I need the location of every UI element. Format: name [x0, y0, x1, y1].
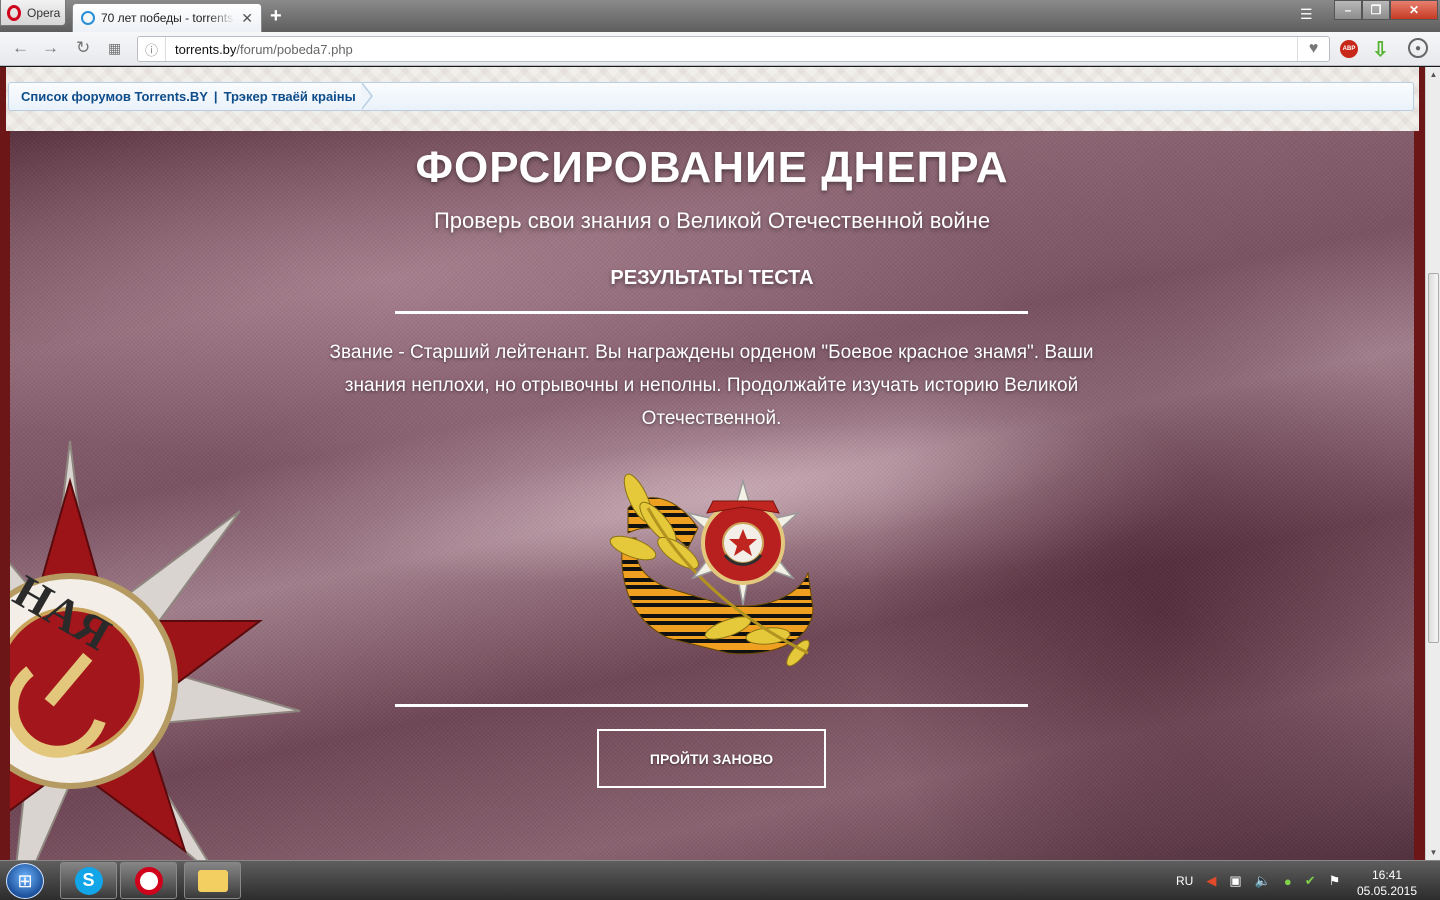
- url-domain: torrents.by: [175, 41, 237, 57]
- browser-toolbar: ← → ↻ ▦ ⓘ torrents.by/forum/pobeda7.php …: [0, 32, 1440, 66]
- download-extension-icon[interactable]: ⇩: [1372, 37, 1389, 62]
- explorer-folder-icon: [197, 869, 228, 892]
- taskbar-clock[interactable]: 16:41 05.05.2015: [1352, 867, 1422, 899]
- url-path: /forum/pobeda7.php: [236, 41, 353, 57]
- page-scrollbar[interactable]: ▲ ▼: [1425, 67, 1440, 860]
- update-icon[interactable]: ✔: [1305, 873, 1316, 889]
- forward-icon[interactable]: →: [42, 38, 59, 58]
- order-of-the-red-banner-icon: [609, 473, 814, 667]
- address-bar[interactable]: ⓘ torrents.by/forum/pobeda7.php ♥: [137, 36, 1330, 62]
- windows-taskbar: S RU ◀ ▣ 🔈 ● ✔ ⚑ 16:41 05.05.2015: [0, 860, 1440, 900]
- breadcrumb-tracker-link[interactable]: Трэкер тваёй краіны: [224, 89, 356, 104]
- site-info-icon[interactable]: ⓘ: [138, 37, 166, 61]
- maximize-icon[interactable]: ❐: [1362, 0, 1390, 20]
- taskbar-explorer[interactable]: [184, 862, 241, 899]
- start-button-icon[interactable]: [6, 863, 44, 899]
- window-controls: – ❐ ✕: [1334, 0, 1438, 20]
- window-close-icon[interactable]: ✕: [1390, 0, 1438, 20]
- browser-tab-active[interactable]: 70 лет победы - torrents.by ✕: [72, 3, 262, 32]
- divider-bottom: [395, 704, 1028, 707]
- taskbar-opera[interactable]: [120, 862, 177, 899]
- tab-favicon-icon: [81, 11, 95, 25]
- order-of-patriotic-war-icon: НАЯ: [10, 440, 301, 860]
- quiz-title: ФОРСИРОВАНИЕ ДНЕПРА: [415, 143, 1009, 192]
- quiz-subtitle: Проверь свои знания о Великой Отечествен…: [433, 208, 991, 233]
- opera-icon: [134, 866, 163, 895]
- language-indicator[interactable]: RU: [1176, 874, 1193, 888]
- flag-icon[interactable]: ◀: [1206, 873, 1216, 889]
- network-icon[interactable]: ▣: [1229, 873, 1241, 889]
- adblock-icon[interactable]: ABP: [1340, 40, 1358, 58]
- tab-title: 70 лет победы - torrents.by: [101, 11, 236, 25]
- taskbar-skype[interactable]: S: [60, 862, 117, 899]
- scroll-down-icon[interactable]: ▼: [1426, 845, 1440, 860]
- browser-tab-strip: Opera 70 лет победы - torrents.by ✕ + ☰ …: [0, 0, 1440, 32]
- tab-close-icon[interactable]: ✕: [241, 10, 253, 27]
- breadcrumb-arrow-icon: [360, 82, 374, 110]
- profile-icon[interactable]: ●: [1408, 38, 1428, 58]
- clock-date: 05.05.2015: [1356, 884, 1418, 898]
- new-tab-icon[interactable]: +: [270, 5, 282, 28]
- opera-menu-label: Opera: [27, 5, 61, 20]
- bookmark-heart-icon[interactable]: ♥: [1297, 37, 1329, 61]
- page-viewport: Список форумов Torrents.BY | Трэкер тваё…: [0, 67, 1425, 860]
- retry-button[interactable]: ПРОЙТИ ЗАНОВО: [597, 729, 826, 788]
- breadcrumb: Список форумов Torrents.BY | Трэкер тваё…: [8, 82, 1414, 111]
- action-center-icon[interactable]: ⚑: [1329, 873, 1341, 889]
- opera-menu-button[interactable]: Opera: [0, 0, 66, 26]
- quiz-hero: НАЯ ФОРСИРОВАНИЕ ДНЕПРА Проверь свои зна…: [10, 131, 1414, 860]
- breadcrumb-separator: |: [213, 89, 218, 104]
- opera-logo-icon: [7, 4, 21, 21]
- skype-icon: S: [74, 866, 103, 895]
- minimize-icon[interactable]: –: [1334, 0, 1362, 20]
- scrollbar-thumb[interactable]: [1428, 273, 1439, 643]
- reload-icon[interactable]: ↻: [76, 38, 90, 58]
- system-tray: RU ◀ ▣ 🔈 ● ✔ ⚑: [1176, 873, 1340, 889]
- address-url[interactable]: torrents.by/forum/pobeda7.php: [166, 42, 1297, 57]
- result-text: Звание - Старший лейтенант. Вы награжден…: [329, 342, 1094, 429]
- volume-icon[interactable]: 🔈: [1255, 873, 1271, 889]
- scroll-up-icon[interactable]: ▲: [1426, 67, 1440, 82]
- results-heading: РЕЗУЛЬТАТЫ ТЕСТА: [610, 267, 814, 289]
- breadcrumb-forum-list-link[interactable]: Список форумов Torrents.BY: [21, 89, 208, 104]
- back-icon[interactable]: ←: [12, 38, 29, 58]
- divider-top: [395, 311, 1028, 314]
- clock-time: 16:41: [1371, 868, 1403, 882]
- speed-dial-icon[interactable]: ▦: [108, 40, 121, 57]
- utorrent-icon[interactable]: ●: [1284, 874, 1292, 889]
- tab-menu-icon[interactable]: ☰: [1300, 6, 1313, 23]
